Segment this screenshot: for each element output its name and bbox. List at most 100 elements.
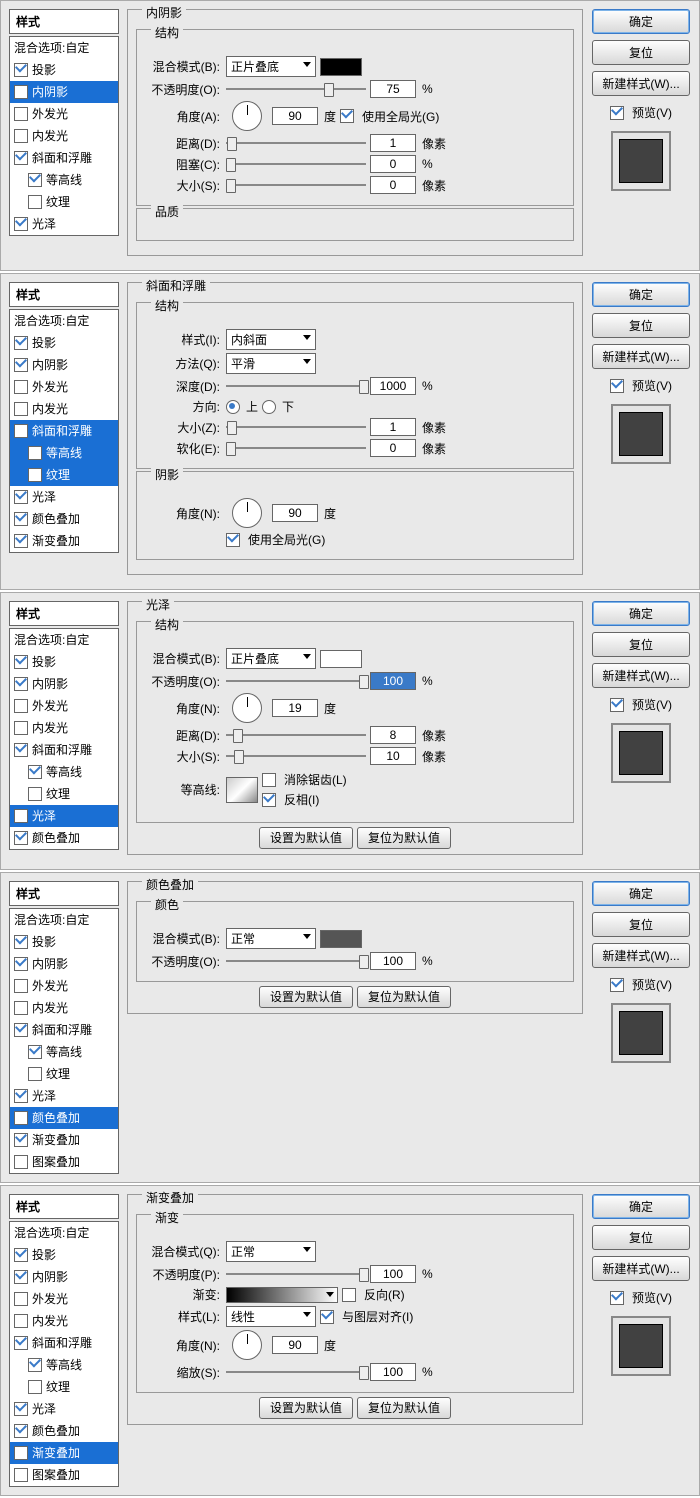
style-item-inner_shadow[interactable]: 内阴影 [10,953,118,975]
technique-dropdown[interactable]: 平滑 [226,353,316,374]
slider[interactable] [226,136,366,150]
direction-down-radio[interactable] [262,400,276,414]
checkbox[interactable] [14,1111,28,1125]
slider[interactable] [226,178,366,192]
style-item-bevel[interactable]: 斜面和浮雕 [10,1332,118,1354]
value-input[interactable]: 100 [370,672,416,690]
checkbox[interactable] [28,1380,42,1394]
style-item-satin[interactable]: 光泽 [10,486,118,508]
ok-button[interactable]: 确定 [592,1194,690,1219]
checkbox[interactable] [14,63,28,77]
checkbox[interactable] [14,979,28,993]
value-input[interactable]: 0 [370,176,416,194]
value-input[interactable]: 90 [272,107,318,125]
checkbox[interactable] [14,512,28,526]
style-item-gradient_overlay[interactable]: 渐变叠加 [10,1129,118,1151]
checkbox[interactable] [28,468,42,482]
cancel-button[interactable]: 复位 [592,1225,690,1250]
checkbox[interactable] [14,677,28,691]
slider[interactable] [226,379,366,393]
blend-mode-dropdown[interactable]: 正片叠底 [226,648,316,669]
style-item-satin[interactable]: 光泽 [10,1398,118,1420]
checkbox[interactable] [14,1402,28,1416]
reset-default-button[interactable]: 复位为默认值 [357,986,451,1008]
style-item-color_overlay[interactable]: 颜色叠加 [10,827,118,849]
style-item-contour[interactable]: 等高线 [10,761,118,783]
cancel-button[interactable]: 复位 [592,632,690,657]
ok-button[interactable]: 确定 [592,881,690,906]
checkbox[interactable] [14,358,28,372]
style-item-outer_glow[interactable]: 外发光 [10,103,118,125]
style-item-pattern_overlay[interactable]: 图案叠加 [10,1464,118,1486]
style-item-texture[interactable]: 纹理 [10,783,118,805]
style-item-texture[interactable]: 纹理 [10,1063,118,1085]
checkbox[interactable] [14,1023,28,1037]
checkbox[interactable] [14,1446,28,1460]
checkbox[interactable] [14,831,28,845]
checkbox[interactable] [14,1089,28,1103]
style-item-satin[interactable]: 光泽 [10,213,118,235]
contour-picker[interactable] [226,777,258,803]
checkbox[interactable] [14,721,28,735]
style-item-color_overlay[interactable]: 颜色叠加 [10,1420,118,1442]
value-input[interactable]: 0 [370,155,416,173]
value-input[interactable]: 0 [370,439,416,457]
checkbox[interactable] [14,699,28,713]
gradient-picker[interactable] [226,1287,338,1303]
checkbox[interactable] [28,1045,42,1059]
color-swatch[interactable] [320,930,362,948]
value-input[interactable]: 75 [370,80,416,98]
style-item-inner_glow[interactable]: 内发光 [10,997,118,1019]
new-style-button[interactable]: 新建样式(W)... [592,344,690,369]
value-input[interactable]: 1000 [370,377,416,395]
style-item-bevel[interactable]: 斜面和浮雕 [10,420,118,442]
style-item-drop_shadow[interactable]: 投影 [10,59,118,81]
checkbox[interactable] [14,380,28,394]
cancel-button[interactable]: 复位 [592,313,690,338]
blend-mode-dropdown[interactable]: 正常 [226,1241,316,1262]
reset-default-button[interactable]: 复位为默认值 [357,827,451,849]
style-item-inner_shadow[interactable]: 内阴影 [10,673,118,695]
checkbox[interactable] [28,446,42,460]
cancel-button[interactable]: 复位 [592,912,690,937]
slider[interactable] [226,728,366,742]
blend-mode-dropdown[interactable]: 正常 [226,928,316,949]
checkbox[interactable] [14,424,28,438]
style-item-bevel[interactable]: 斜面和浮雕 [10,1019,118,1041]
value-input[interactable]: 19 [272,699,318,717]
checkbox[interactable] [320,1310,334,1324]
checkbox[interactable] [14,85,28,99]
checkbox[interactable] [14,809,28,823]
style-item-texture[interactable]: 纹理 [10,464,118,486]
style-item-inner_glow[interactable]: 内发光 [10,398,118,420]
gradient-style-dropdown[interactable]: 线性 [226,1306,316,1327]
ok-button[interactable]: 确定 [592,282,690,307]
checkbox[interactable] [14,1248,28,1262]
checkbox[interactable] [14,1292,28,1306]
style-item-inner_glow[interactable]: 内发光 [10,1310,118,1332]
style-item-outer_glow[interactable]: 外发光 [10,376,118,398]
new-style-button[interactable]: 新建样式(W)... [592,943,690,968]
style-item-satin[interactable]: 光泽 [10,805,118,827]
checkbox[interactable] [340,109,354,123]
style-item-contour[interactable]: 等高线 [10,1354,118,1376]
style-item-satin[interactable]: 光泽 [10,1085,118,1107]
checkbox[interactable] [28,1358,42,1372]
slider[interactable] [226,420,366,434]
cancel-button[interactable]: 复位 [592,40,690,65]
checkbox[interactable] [342,1288,356,1302]
checkbox[interactable] [14,217,28,231]
checkbox[interactable] [14,129,28,143]
checkbox[interactable] [610,379,624,393]
set-default-button[interactable]: 设置为默认值 [259,1397,353,1419]
style-item-inner_shadow[interactable]: 内阴影 [10,1266,118,1288]
checkbox[interactable] [14,402,28,416]
blending-options-item[interactable]: 混合选项:自定 [10,37,118,59]
style-item-gradient_overlay[interactable]: 渐变叠加 [10,1442,118,1464]
checkbox[interactable] [28,765,42,779]
checkbox[interactable] [28,1067,42,1081]
value-input[interactable]: 100 [370,952,416,970]
style-item-color_overlay[interactable]: 颜色叠加 [10,508,118,530]
slider[interactable] [226,1267,366,1281]
checkbox[interactable] [14,336,28,350]
